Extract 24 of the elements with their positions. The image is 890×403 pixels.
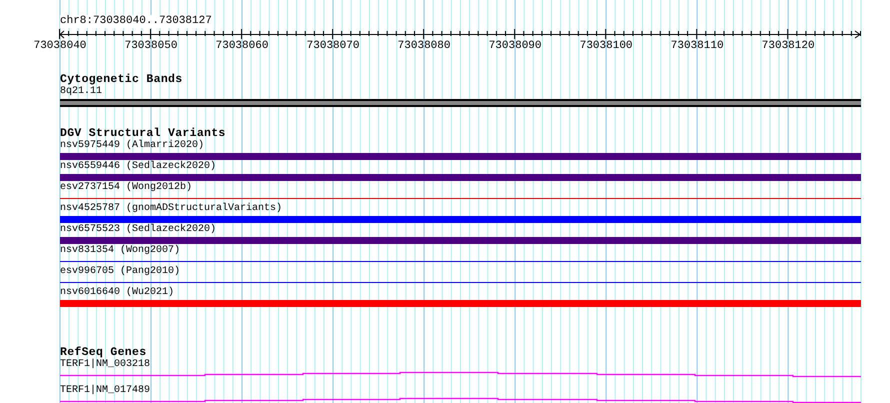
region-coordinates: chr8:73038040..73038127 [60, 15, 212, 28]
ruler-label: 73038100 [580, 40, 633, 53]
ruler-label: 73038110 [670, 40, 724, 53]
gene-label: TERF1|NM_017489 [60, 385, 152, 397]
track-title: RefSeq Genes [60, 346, 146, 359]
variant-label: nsv5975449 (Almarri2020) [60, 140, 206, 152]
variant-label: nsv6575523 (Sedlazeck2020) [60, 224, 218, 236]
gene-label: TERF1|NM_003218 [60, 359, 152, 371]
variant-label: nsv6016640 (Wu2021) [60, 287, 176, 299]
ruler-label: 73038090 [488, 40, 542, 53]
variant-label: nsv6559446 (Sedlazeck2020) [60, 161, 218, 173]
ruler-label: 73038060 [216, 40, 268, 53]
ruler-label: 73038040 [34, 40, 86, 53]
variant-label: esv996705 (Pang2010) [60, 266, 182, 278]
variant-label: nsv4525787 (gnomADStructuralVariants) [60, 203, 284, 215]
ruler-label: 73038050 [124, 40, 178, 53]
track-title: Cytogenetic Bands [60, 73, 184, 86]
ruler-label: 73038120 [762, 40, 815, 53]
ruler-label: 73038070 [306, 40, 360, 53]
variant-label: nsv831354 (Wong2007) [60, 245, 182, 257]
track-title: DGV Structural Variants [60, 127, 227, 140]
band-label: 8q21.11 [60, 86, 104, 98]
ruler-label: 73038080 [398, 40, 450, 53]
variant-label: esv2737154 (Wong2012b) [60, 182, 194, 194]
